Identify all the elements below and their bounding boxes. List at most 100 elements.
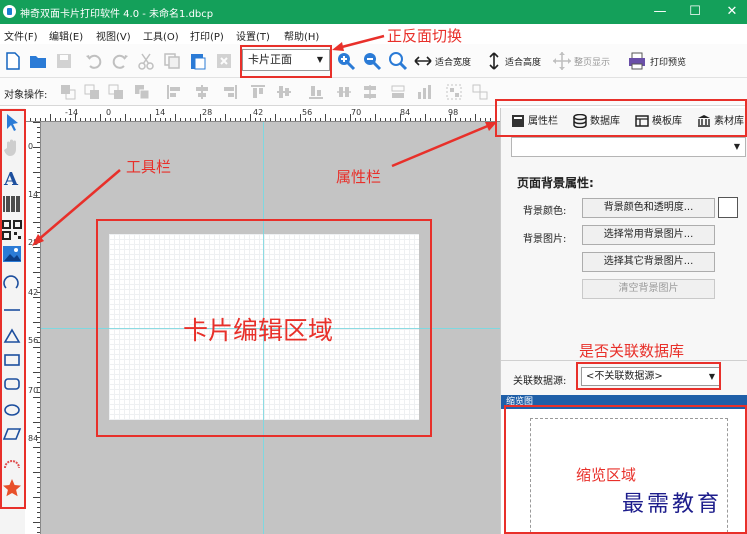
ruler-tick xyxy=(45,118,46,121)
ruler-tick xyxy=(33,122,40,123)
whole-page-icon[interactable] xyxy=(552,51,572,71)
align-left-icon[interactable] xyxy=(166,84,182,100)
minimize-button[interactable]: — xyxy=(640,0,680,24)
new-file-icon[interactable] xyxy=(3,51,23,71)
zoom-out-icon[interactable] xyxy=(362,51,382,71)
ruler-tick xyxy=(250,114,251,121)
ruler-tick xyxy=(37,492,40,493)
align-center-icon[interactable] xyxy=(194,84,210,100)
ruler-tick xyxy=(37,377,40,378)
ruler-tick xyxy=(260,118,261,121)
save-icon[interactable] xyxy=(54,51,74,71)
ruler-tick xyxy=(485,118,486,121)
menu-edit[interactable]: 编辑(E) xyxy=(49,28,83,43)
undo-icon[interactable] xyxy=(84,51,104,71)
bg-color-button[interactable]: 背景颜色和透明度... xyxy=(582,198,715,218)
ruler-tick xyxy=(37,407,40,408)
ruler-tick xyxy=(420,118,421,121)
same-height-icon[interactable] xyxy=(416,84,432,100)
maximize-button[interactable]: ☐ xyxy=(675,0,715,24)
send-back-icon[interactable] xyxy=(84,84,100,100)
ruler-tick-label: 14 xyxy=(155,108,166,117)
ruler-tick xyxy=(110,118,111,121)
whole-page-label[interactable]: 整页显示 xyxy=(574,55,610,68)
toggle-highlight-box xyxy=(240,45,332,78)
ruler-tick xyxy=(33,397,40,398)
ruler-tick xyxy=(430,118,431,121)
redo-icon[interactable] xyxy=(110,51,130,71)
ruler-tick-label: 0 xyxy=(106,108,112,117)
ruler-tick xyxy=(470,118,471,121)
ruler-tick xyxy=(37,517,40,518)
zoom-fit-icon[interactable] xyxy=(388,51,408,71)
fit-width-icon[interactable] xyxy=(413,51,433,71)
menu-help[interactable]: 帮助(H) xyxy=(284,28,319,43)
menu-view[interactable]: 视图(V) xyxy=(96,28,131,43)
bg-clear-image-button[interactable]: 清空背景图片 xyxy=(582,279,715,299)
cut-icon[interactable] xyxy=(136,51,156,71)
ruler-tick xyxy=(37,462,40,463)
ruler-tick xyxy=(60,118,61,121)
fit-height-label[interactable]: 适合高度 xyxy=(505,55,541,68)
bring-front-icon[interactable] xyxy=(60,84,76,100)
bg-color-swatch[interactable] xyxy=(718,197,738,218)
zoom-in-icon[interactable] xyxy=(336,51,356,71)
printer-icon[interactable] xyxy=(627,51,647,71)
ruler-tick xyxy=(37,162,40,163)
align-bottom-icon[interactable] xyxy=(308,84,324,100)
ruler-tick xyxy=(335,118,336,121)
menu-tools[interactable]: 工具(O) xyxy=(143,28,179,43)
bg-common-image-button[interactable]: 选择常用背景图片... xyxy=(582,225,715,245)
fit-width-label[interactable]: 适合宽度 xyxy=(435,55,471,68)
copy-icon[interactable] xyxy=(162,51,182,71)
ungroup-icon[interactable] xyxy=(472,84,488,100)
fit-height-icon[interactable] xyxy=(484,51,504,71)
bg-other-image-button[interactable]: 选择其它背景图片... xyxy=(582,252,715,272)
ruler-tick xyxy=(37,442,40,443)
datasource-label: 关联数据源: xyxy=(513,376,567,387)
ruler-tick xyxy=(395,118,396,121)
menu-file[interactable]: 文件(F) xyxy=(4,28,38,43)
paste-icon[interactable] xyxy=(188,51,208,71)
menu-print[interactable]: 打印(P) xyxy=(190,28,224,43)
distribute-vertical-icon[interactable] xyxy=(362,84,378,100)
ruler-tick xyxy=(140,118,141,121)
send-backward-icon[interactable] xyxy=(134,84,150,100)
bring-forward-icon[interactable] xyxy=(108,84,124,100)
ruler-tick xyxy=(37,182,40,183)
ruler-tick xyxy=(33,322,40,323)
ruler-tick xyxy=(50,114,51,121)
ruler-tick xyxy=(475,114,476,121)
ruler-tick xyxy=(35,118,36,121)
ruler-tick xyxy=(37,452,40,453)
delete-icon[interactable] xyxy=(214,51,234,71)
ruler-tick xyxy=(33,472,40,473)
ruler-tick xyxy=(33,297,40,298)
align-right-icon[interactable] xyxy=(222,84,238,100)
ruler-tick xyxy=(95,118,96,121)
distribute-horizontal-icon[interactable] xyxy=(336,84,352,100)
same-width-icon[interactable] xyxy=(390,84,406,100)
ruler-tick xyxy=(37,217,40,218)
ruler-tick xyxy=(37,127,40,128)
ruler-tick xyxy=(205,118,206,121)
ruler-tick xyxy=(37,157,40,158)
ruler-tick xyxy=(37,262,40,263)
ruler-tick xyxy=(37,317,40,318)
ruler-tick xyxy=(37,382,40,383)
align-middle-icon[interactable] xyxy=(276,84,292,100)
menu-settings[interactable]: 设置(T) xyxy=(236,28,270,43)
open-folder-icon[interactable] xyxy=(28,51,48,71)
print-preview-label[interactable]: 打印预览 xyxy=(650,55,686,68)
close-button[interactable]: ✕ xyxy=(712,0,747,24)
title-bar: 神奇双面卡片打印软件 4.0 - 未命名1.dbcp — ☐ ✕ xyxy=(0,0,747,24)
ruler-tick xyxy=(37,352,40,353)
object-select[interactable]: ▼ xyxy=(511,137,746,157)
ruler-tick xyxy=(455,118,456,121)
ruler-tick xyxy=(37,237,40,238)
group-icon[interactable] xyxy=(446,84,462,100)
ruler-tick xyxy=(30,118,31,121)
ruler-tick xyxy=(285,118,286,121)
align-top-icon[interactable] xyxy=(250,84,266,100)
ruler-tick xyxy=(37,282,40,283)
